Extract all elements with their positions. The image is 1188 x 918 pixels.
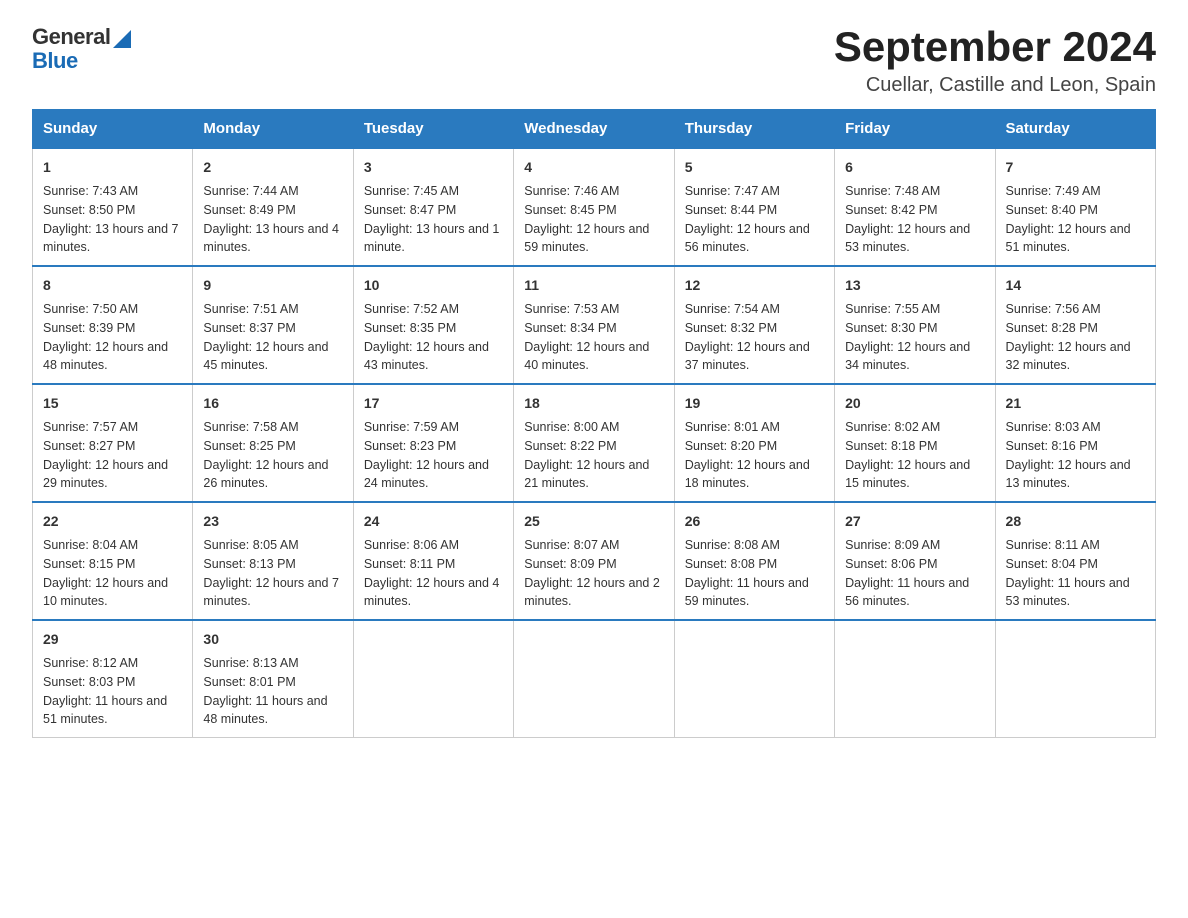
logo-arrow-icon	[113, 30, 131, 48]
day-number: 8	[43, 275, 182, 296]
day-number: 27	[845, 511, 984, 532]
calendar-table: Sunday Monday Tuesday Wednesday Thursday…	[32, 109, 1156, 738]
day-number: 24	[364, 511, 503, 532]
calendar-cell	[674, 620, 834, 738]
calendar-cell: 21Sunrise: 8:03 AMSunset: 8:16 PMDayligh…	[995, 384, 1155, 502]
calendar-cell: 20Sunrise: 8:02 AMSunset: 8:18 PMDayligh…	[835, 384, 995, 502]
day-number: 19	[685, 393, 824, 414]
day-number: 5	[685, 157, 824, 178]
col-saturday: Saturday	[995, 110, 1155, 149]
title-block: September 2024 Cuellar, Castille and Leo…	[834, 24, 1156, 97]
day-number: 14	[1006, 275, 1145, 296]
day-number: 9	[203, 275, 342, 296]
day-number: 30	[203, 629, 342, 650]
calendar-cell: 3Sunrise: 7:45 AMSunset: 8:47 PMDaylight…	[353, 148, 513, 266]
calendar-cell	[995, 620, 1155, 738]
calendar-cell: 10Sunrise: 7:52 AMSunset: 8:35 PMDayligh…	[353, 266, 513, 384]
logo-blue-text: Blue	[32, 48, 78, 74]
calendar-week-row: 22Sunrise: 8:04 AMSunset: 8:15 PMDayligh…	[33, 502, 1156, 620]
calendar-cell: 27Sunrise: 8:09 AMSunset: 8:06 PMDayligh…	[835, 502, 995, 620]
location-subtitle: Cuellar, Castille and Leon, Spain	[834, 74, 1156, 97]
logo-general-text: General	[32, 24, 110, 50]
col-wednesday: Wednesday	[514, 110, 674, 149]
day-number: 29	[43, 629, 182, 650]
calendar-week-row: 29Sunrise: 8:12 AMSunset: 8:03 PMDayligh…	[33, 620, 1156, 738]
day-number: 20	[845, 393, 984, 414]
calendar-cell: 17Sunrise: 7:59 AMSunset: 8:23 PMDayligh…	[353, 384, 513, 502]
day-number: 6	[845, 157, 984, 178]
calendar-cell: 7Sunrise: 7:49 AMSunset: 8:40 PMDaylight…	[995, 148, 1155, 266]
day-number: 1	[43, 157, 182, 178]
calendar-week-row: 8Sunrise: 7:50 AMSunset: 8:39 PMDaylight…	[33, 266, 1156, 384]
calendar-cell: 1Sunrise: 7:43 AMSunset: 8:50 PMDaylight…	[33, 148, 193, 266]
day-number: 12	[685, 275, 824, 296]
day-number: 2	[203, 157, 342, 178]
calendar-cell: 9Sunrise: 7:51 AMSunset: 8:37 PMDaylight…	[193, 266, 353, 384]
calendar-cell: 5Sunrise: 7:47 AMSunset: 8:44 PMDaylight…	[674, 148, 834, 266]
day-number: 25	[524, 511, 663, 532]
day-number: 23	[203, 511, 342, 532]
day-number: 22	[43, 511, 182, 532]
calendar-cell: 4Sunrise: 7:46 AMSunset: 8:45 PMDaylight…	[514, 148, 674, 266]
day-number: 4	[524, 157, 663, 178]
calendar-cell: 19Sunrise: 8:01 AMSunset: 8:20 PMDayligh…	[674, 384, 834, 502]
calendar-cell: 26Sunrise: 8:08 AMSunset: 8:08 PMDayligh…	[674, 502, 834, 620]
col-monday: Monday	[193, 110, 353, 149]
col-tuesday: Tuesday	[353, 110, 513, 149]
day-number: 7	[1006, 157, 1145, 178]
day-number: 18	[524, 393, 663, 414]
calendar-cell: 15Sunrise: 7:57 AMSunset: 8:27 PMDayligh…	[33, 384, 193, 502]
header-row: Sunday Monday Tuesday Wednesday Thursday…	[33, 110, 1156, 149]
day-number: 15	[43, 393, 182, 414]
calendar-cell: 14Sunrise: 7:56 AMSunset: 8:28 PMDayligh…	[995, 266, 1155, 384]
calendar-cell: 25Sunrise: 8:07 AMSunset: 8:09 PMDayligh…	[514, 502, 674, 620]
calendar-week-row: 1Sunrise: 7:43 AMSunset: 8:50 PMDaylight…	[33, 148, 1156, 266]
col-sunday: Sunday	[33, 110, 193, 149]
day-number: 10	[364, 275, 503, 296]
col-friday: Friday	[835, 110, 995, 149]
calendar-cell: 12Sunrise: 7:54 AMSunset: 8:32 PMDayligh…	[674, 266, 834, 384]
calendar-cell: 6Sunrise: 7:48 AMSunset: 8:42 PMDaylight…	[835, 148, 995, 266]
calendar-cell: 11Sunrise: 7:53 AMSunset: 8:34 PMDayligh…	[514, 266, 674, 384]
month-year-title: September 2024	[834, 24, 1156, 70]
calendar-cell: 24Sunrise: 8:06 AMSunset: 8:11 PMDayligh…	[353, 502, 513, 620]
page-header: General Blue September 2024 Cuellar, Cas…	[32, 24, 1156, 97]
calendar-cell: 18Sunrise: 8:00 AMSunset: 8:22 PMDayligh…	[514, 384, 674, 502]
logo: General Blue	[32, 24, 131, 74]
calendar-cell: 2Sunrise: 7:44 AMSunset: 8:49 PMDaylight…	[193, 148, 353, 266]
calendar-cell: 23Sunrise: 8:05 AMSunset: 8:13 PMDayligh…	[193, 502, 353, 620]
day-number: 16	[203, 393, 342, 414]
calendar-cell: 8Sunrise: 7:50 AMSunset: 8:39 PMDaylight…	[33, 266, 193, 384]
day-number: 21	[1006, 393, 1145, 414]
day-number: 26	[685, 511, 824, 532]
calendar-week-row: 15Sunrise: 7:57 AMSunset: 8:27 PMDayligh…	[33, 384, 1156, 502]
day-number: 3	[364, 157, 503, 178]
calendar-cell: 22Sunrise: 8:04 AMSunset: 8:15 PMDayligh…	[33, 502, 193, 620]
calendar-cell	[835, 620, 995, 738]
day-number: 11	[524, 275, 663, 296]
calendar-cell: 16Sunrise: 7:58 AMSunset: 8:25 PMDayligh…	[193, 384, 353, 502]
day-number: 13	[845, 275, 984, 296]
day-number: 17	[364, 393, 503, 414]
calendar-cell: 29Sunrise: 8:12 AMSunset: 8:03 PMDayligh…	[33, 620, 193, 738]
calendar-cell	[514, 620, 674, 738]
calendar-cell	[353, 620, 513, 738]
calendar-cell: 28Sunrise: 8:11 AMSunset: 8:04 PMDayligh…	[995, 502, 1155, 620]
col-thursday: Thursday	[674, 110, 834, 149]
calendar-cell: 30Sunrise: 8:13 AMSunset: 8:01 PMDayligh…	[193, 620, 353, 738]
day-number: 28	[1006, 511, 1145, 532]
calendar-cell: 13Sunrise: 7:55 AMSunset: 8:30 PMDayligh…	[835, 266, 995, 384]
